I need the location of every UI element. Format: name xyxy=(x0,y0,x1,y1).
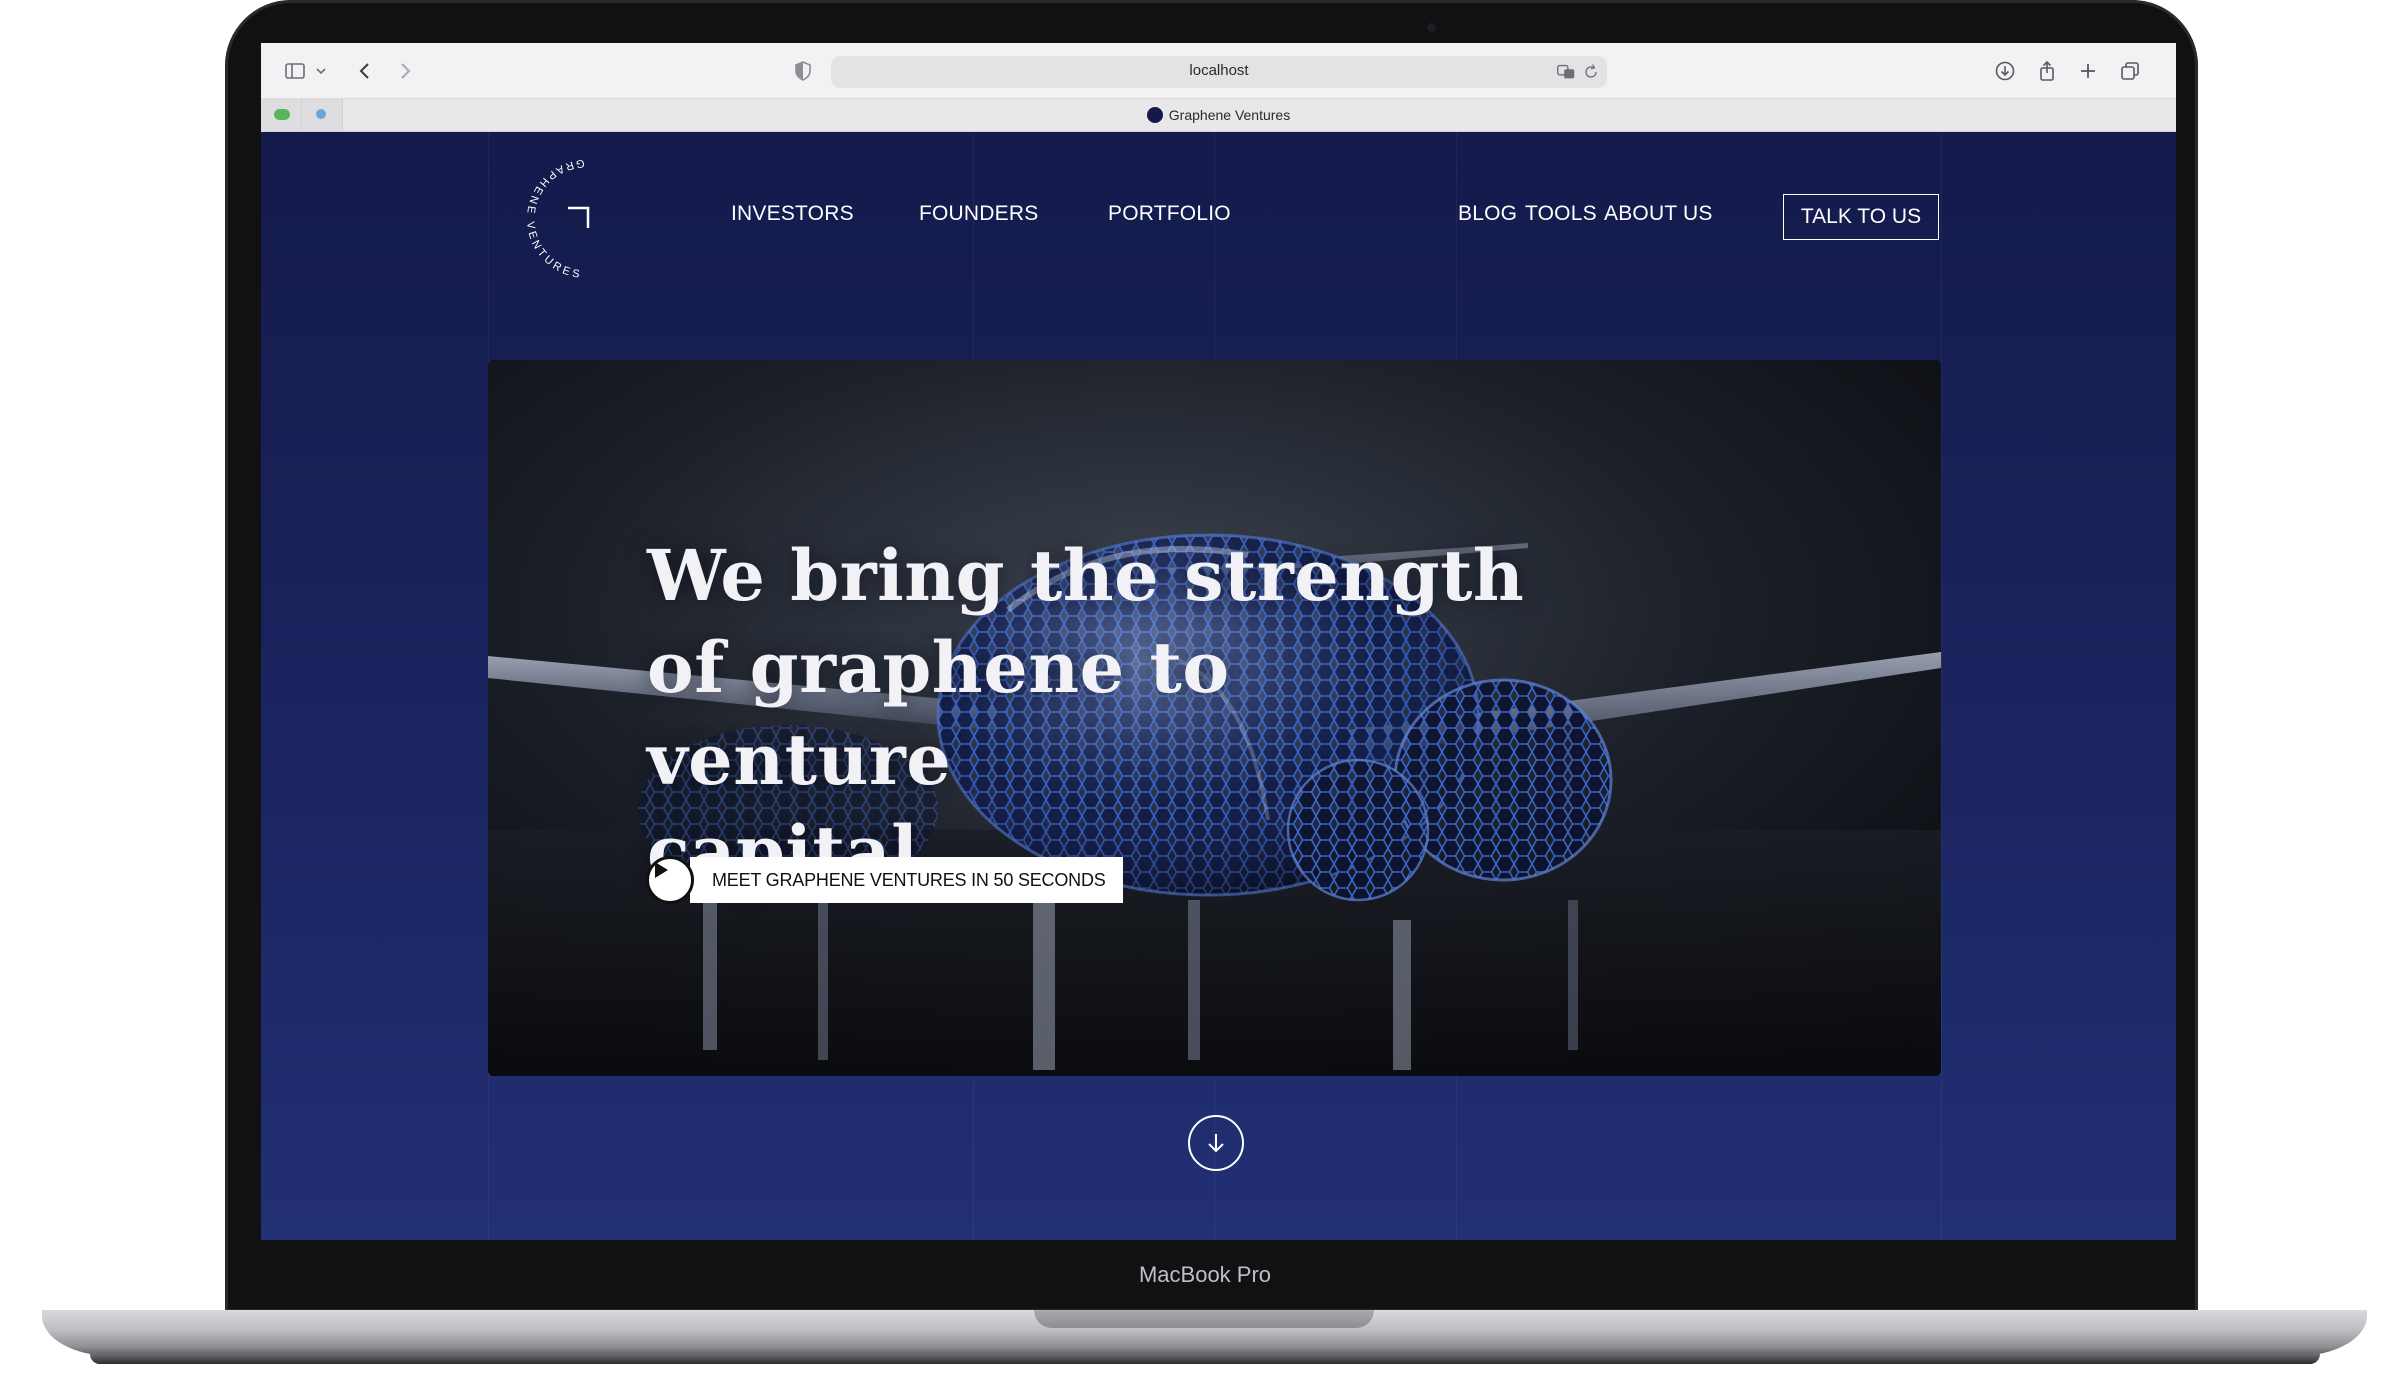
active-tab[interactable]: Graphene Ventures xyxy=(261,107,2176,123)
camera xyxy=(1427,23,1436,32)
nav-founders[interactable]: FOUNDERS xyxy=(919,202,1038,226)
nav-tools[interactable]: TOOLS xyxy=(1525,202,1597,226)
share-icon[interactable] xyxy=(2035,59,2059,83)
sidebar-icon[interactable] xyxy=(283,59,307,83)
logo-corner-mark xyxy=(568,206,590,228)
model-label: MacBook Pro xyxy=(1138,1262,1272,1287)
translate-icon[interactable] xyxy=(1555,61,1577,83)
laptop-notch xyxy=(1034,1310,1374,1328)
browser-toolbar: localhost xyxy=(261,43,2176,99)
web-page: GRAPHENE VENTURES INVESTORS FOUNDERS POR… xyxy=(261,132,2176,1240)
screen: localhost Graphene Ventures GRAPHENE VEN… xyxy=(261,43,2176,1240)
tab-bar: Graphene Ventures xyxy=(261,99,2176,132)
shield-icon[interactable] xyxy=(791,59,815,83)
address-bar[interactable]: localhost xyxy=(831,56,1607,88)
forward-icon[interactable] xyxy=(393,59,417,83)
nav-portfolio[interactable]: PORTFOLIO xyxy=(1108,202,1231,226)
hero-title-line: We bring the strength xyxy=(647,534,1525,617)
site-logo[interactable]: GRAPHENE VENTURES xyxy=(506,140,616,290)
laptop-base-edge xyxy=(90,1354,2320,1364)
nav-blog[interactable]: BLOG xyxy=(1458,202,1517,226)
new-tab-icon[interactable] xyxy=(2076,59,2100,83)
nav-about-us[interactable]: ABOUT US xyxy=(1604,202,1713,226)
watch-video-label: MEET GRAPHENE VENTURES IN 50 SECONDS xyxy=(690,857,1123,903)
hero-title-line: of graphene to venture xyxy=(647,626,1230,801)
watch-video-button[interactable]: MEET GRAPHENE VENTURES IN 50 SECONDS xyxy=(646,856,1123,904)
grid-line xyxy=(1941,132,1942,1240)
play-icon[interactable] xyxy=(646,856,694,904)
download-icon[interactable] xyxy=(1993,59,2017,83)
hero-banner: We bring the strength of graphene to ven… xyxy=(488,360,1941,1076)
tab-overview-icon[interactable] xyxy=(2118,59,2142,83)
svg-text:GRAPHENE VENTURES: GRAPHENE VENTURES xyxy=(524,157,585,281)
arrow-down-icon[interactable] xyxy=(1188,1115,1244,1171)
nav-investors[interactable]: INVESTORS xyxy=(731,202,854,226)
favicon-icon xyxy=(1146,107,1163,123)
reload-icon[interactable] xyxy=(1581,62,1601,82)
chevron-down-icon[interactable] xyxy=(309,59,333,83)
hero-title: We bring the strength of graphene to ven… xyxy=(647,530,1547,898)
logo-text: GRAPHENE VENTURES xyxy=(524,157,582,281)
back-icon[interactable] xyxy=(353,59,377,83)
tab-title: Graphene Ventures xyxy=(1168,107,1291,123)
address-text: localhost xyxy=(1189,62,1249,79)
talk-to-us-button[interactable]: TALK TO US xyxy=(1783,194,1939,240)
